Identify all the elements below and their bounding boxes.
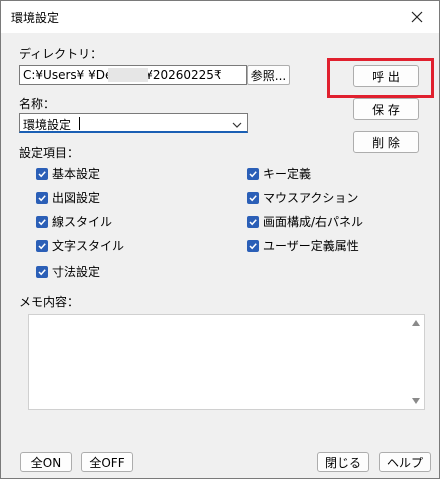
memo-textarea[interactable]: [28, 314, 425, 410]
redacted-username: [108, 68, 148, 82]
checkbox-output-settings[interactable]: 出図設定: [36, 189, 100, 206]
text-cursor: [79, 117, 80, 130]
call-button[interactable]: 呼 出: [353, 65, 419, 87]
name-value: 環境設定: [23, 118, 72, 132]
checkbox-checked-icon[interactable]: [247, 239, 259, 252]
checkbox-checked-icon[interactable]: [36, 191, 48, 204]
checkbox-checked-icon[interactable]: [36, 239, 48, 252]
environment-settings-window: 環境設定 ディレクトリ： C:¥Users¥ ¥Desktop¥20260225…: [0, 0, 440, 479]
name-label: 名称：: [19, 97, 56, 111]
checkbox-label: 線スタイル: [52, 215, 113, 229]
scroll-up-icon[interactable]: [412, 319, 420, 327]
checkbox-checked-icon[interactable]: [36, 265, 48, 278]
checkbox-mouse-action[interactable]: マウスアクション: [247, 189, 358, 206]
checkbox-label: 画面構成/右パネル: [263, 215, 364, 229]
checkbox-label: キー定義: [263, 167, 312, 181]
checkbox-basic-settings[interactable]: 基本設定: [36, 165, 100, 182]
checkbox-checked-icon[interactable]: [247, 167, 259, 180]
help-button[interactable]: ヘルプ: [379, 452, 431, 472]
name-combobox[interactable]: 環境設定: [19, 113, 248, 133]
checkbox-checked-icon[interactable]: [247, 191, 259, 204]
chevron-down-icon[interactable]: [232, 118, 242, 131]
checkbox-dimension-settings[interactable]: 寸法設定: [36, 263, 100, 280]
checkbox-key-definition[interactable]: キー定義: [247, 165, 311, 182]
settings-label: 設定項目：: [19, 146, 80, 160]
window-title: 環境設定: [11, 11, 60, 25]
checkbox-line-style[interactable]: 線スタイル: [36, 213, 112, 230]
checkbox-checked-icon[interactable]: [36, 167, 48, 180]
checkbox-label: 出図設定: [52, 191, 101, 205]
save-button[interactable]: 保 存: [353, 98, 419, 120]
close-button[interactable]: 閉じる: [317, 452, 369, 472]
scroll-down-icon[interactable]: [412, 397, 420, 405]
checkbox-checked-icon[interactable]: [247, 215, 259, 228]
checkbox-user-attributes[interactable]: ユーザー定義属性: [247, 237, 359, 254]
all-off-button[interactable]: 全OFF: [81, 452, 133, 472]
checkbox-label: 基本設定: [52, 167, 101, 181]
checkbox-label: ユーザー定義属性: [263, 239, 359, 253]
memo-label: メモ内容：: [19, 295, 80, 309]
checkbox-label: 文字スタイル: [52, 239, 125, 253]
checkbox-label: マウスアクション: [263, 191, 359, 205]
checkbox-label: 寸法設定: [52, 265, 101, 279]
browse-button[interactable]: 参照...: [247, 65, 290, 85]
directory-field[interactable]: C:¥Users¥ ¥Desktop¥20260225₹: [19, 65, 247, 85]
delete-button[interactable]: 削 除: [353, 131, 419, 153]
checkbox-screen-layout[interactable]: 画面構成/右パネル: [247, 213, 363, 230]
checkbox-checked-icon[interactable]: [36, 215, 48, 228]
title-bar[interactable]: 環境設定: [1, 1, 439, 33]
close-icon[interactable]: [399, 3, 435, 31]
checkbox-text-style[interactable]: 文字スタイル: [36, 237, 124, 254]
directory-label: ディレクトリ：: [19, 47, 103, 61]
all-on-button[interactable]: 全ON: [20, 452, 72, 472]
